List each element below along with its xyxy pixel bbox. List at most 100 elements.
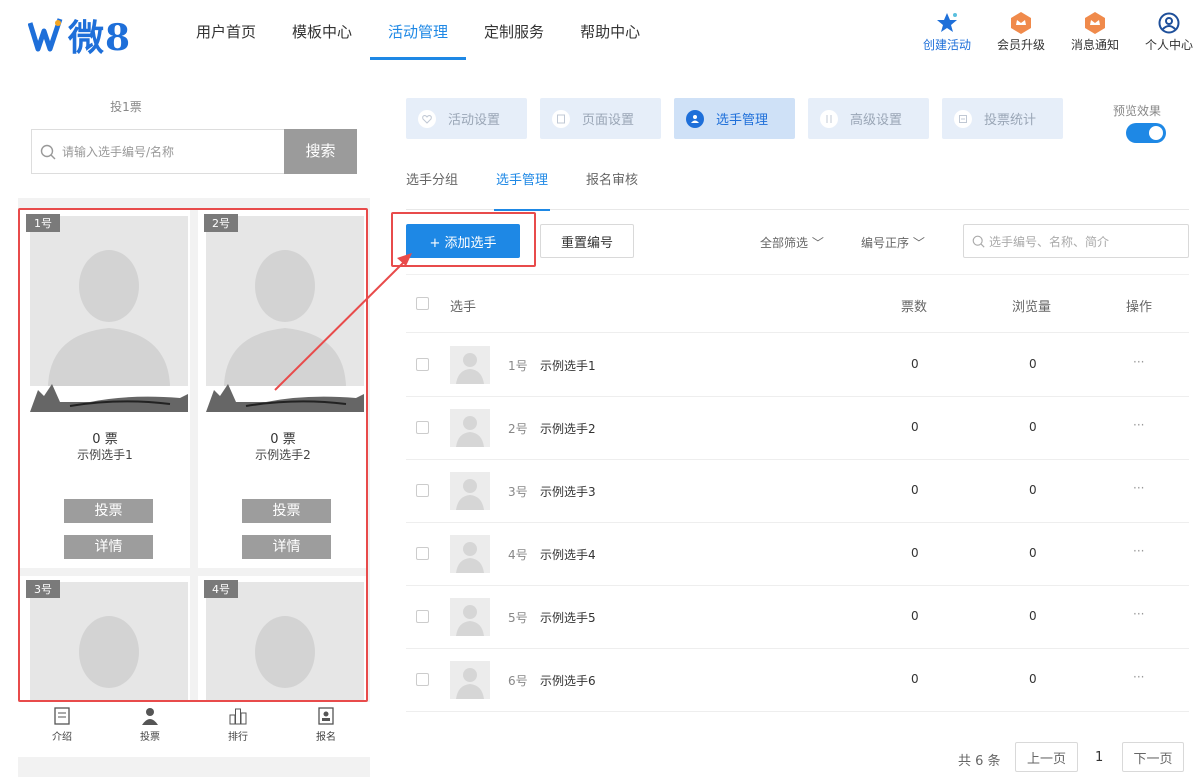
person-icon [142, 708, 158, 725]
preview-search-button[interactable]: 搜索 [284, 129, 357, 174]
row-votes: 0 [911, 546, 919, 560]
step-vote-statistics[interactable]: 投票统计 [942, 98, 1063, 139]
card-number-badge: 1号 [26, 214, 60, 232]
row-views: 0 [1029, 483, 1037, 497]
avatar-placeholder-icon [30, 582, 188, 700]
preview-search-placeholder: 请输入选手编号/名称 [62, 145, 175, 159]
notifications-button[interactable]: 消息通知 [1064, 10, 1126, 53]
header-tools: 创建活动 会员升级 消息通知 个人中心 [904, 10, 1200, 53]
tab-vote[interactable]: 投票 [106, 702, 194, 757]
contestant-thumbnail [450, 472, 490, 510]
tab-ranking[interactable]: 排行 [194, 702, 282, 757]
row-votes: 0 [911, 483, 919, 497]
row-number: 4号 [508, 548, 528, 562]
row-checkbox[interactable] [416, 358, 429, 371]
contestant-card[interactable]: 1号 0 票 示例选手1 投票 详情 [20, 210, 190, 568]
contestant-card[interactable]: 3号 [20, 576, 190, 700]
table-row[interactable]: 6号 示例选手6 0 0 ··· [406, 649, 1189, 712]
table-row[interactable]: 1号 示例选手1 0 0 ··· [406, 334, 1189, 397]
nav-user-home[interactable]: 用户首页 [178, 0, 274, 60]
step-activity-settings[interactable]: 活动设置 [406, 98, 527, 139]
sort-dropdown[interactable]: 编号正序 ﹀ [861, 234, 925, 251]
row-checkbox[interactable] [416, 421, 429, 434]
table-header: 选手 票数 浏览量 操作 [406, 274, 1189, 333]
profile-button[interactable]: 个人中心 [1138, 10, 1200, 53]
row-checkbox[interactable] [416, 484, 429, 497]
card-number-badge: 2号 [204, 214, 238, 232]
logo[interactable]: 微8 [28, 10, 131, 60]
row-more-actions[interactable]: ··· [1133, 544, 1144, 558]
advanced-icon [820, 109, 838, 128]
nav-templates[interactable]: 模板中心 [274, 0, 370, 60]
detail-button[interactable]: 详情 [242, 535, 331, 559]
document-icon [54, 707, 70, 725]
row-number: 5号 [508, 611, 528, 625]
row-views: 0 [1029, 357, 1037, 371]
step-page-settings[interactable]: 页面设置 [540, 98, 661, 139]
row-more-actions[interactable]: ··· [1133, 670, 1144, 684]
preview-search-input[interactable]: 请输入选手编号/名称 [31, 129, 285, 174]
step-contestant-management[interactable]: 选手管理 [674, 98, 795, 139]
table-row[interactable]: 2号 示例选手2 0 0 ··· [406, 397, 1189, 460]
create-activity-button[interactable]: 创建活动 [916, 10, 978, 53]
row-more-actions[interactable]: ··· [1133, 355, 1144, 369]
row-checkbox[interactable] [416, 610, 429, 623]
tab-vote-label: 投票 [140, 732, 160, 743]
contestant-photo [206, 582, 364, 700]
row-number: 1号 [508, 359, 528, 373]
tab-contestant-management[interactable]: 选手管理 [494, 160, 551, 211]
current-page[interactable]: 1 [1095, 750, 1103, 765]
row-votes: 0 [911, 609, 919, 623]
nav-help-center[interactable]: 帮助中心 [562, 0, 658, 60]
row-votes: 0 [911, 357, 919, 371]
vote-button[interactable]: 投票 [242, 499, 331, 523]
setup-steps: 活动设置 页面设置 选手管理 高级设置 投票统计 [406, 98, 1076, 139]
nav-activity-management[interactable]: 活动管理 [370, 0, 467, 60]
nav-custom-service[interactable]: 定制服务 [466, 0, 562, 60]
row-views: 0 [1029, 546, 1037, 560]
row-checkbox[interactable] [416, 673, 429, 686]
detail-button[interactable]: 详情 [64, 535, 153, 559]
row-more-actions[interactable]: ··· [1133, 418, 1144, 432]
row-views: 0 [1029, 420, 1037, 434]
tab-ranking-label: 排行 [228, 732, 248, 743]
create-activity-label: 创建活动 [922, 38, 971, 52]
table-row[interactable]: 5号 示例选手5 0 0 ··· [406, 586, 1189, 649]
tab-contestant-groups[interactable]: 选手分组 [406, 160, 458, 210]
tab-signup[interactable]: 报名 [282, 702, 370, 757]
tab-intro[interactable]: 介绍 [18, 702, 106, 757]
next-page-button[interactable]: 下一页 [1122, 742, 1184, 772]
search-placeholder: 选手编号、名称、简介 [989, 234, 1110, 249]
table-row[interactable]: 4号 示例选手4 0 0 ··· [406, 523, 1189, 586]
avatar-placeholder-icon [450, 346, 490, 384]
contestant-card-grid: 1号 0 票 示例选手1 投票 详情 2号 0 票 示例选手2 投票 详情 3号… [18, 208, 368, 702]
step-advanced-settings[interactable]: 高级设置 [808, 98, 929, 139]
card-name: 示例选手1 [77, 448, 133, 462]
crown-badge-icon [1011, 12, 1031, 34]
filter-all-dropdown[interactable]: 全部筛选 ﹀ [760, 234, 824, 251]
row-more-actions[interactable]: ··· [1133, 481, 1144, 495]
add-contestant-button[interactable]: + 添加选手 [406, 224, 520, 258]
logo-w-icon [28, 18, 63, 52]
preview-toggle-switch[interactable] [1126, 123, 1166, 143]
col-actions: 操作 [1126, 300, 1153, 315]
select-all-checkbox[interactable] [416, 297, 429, 310]
top-header: 微8 用户首页 模板中心 活动管理 定制服务 帮助中心 创建活动 会员升级 消息… [0, 0, 1200, 70]
card-number-badge: 3号 [26, 580, 60, 598]
prev-page-button[interactable]: 上一页 [1015, 742, 1078, 772]
row-checkbox[interactable] [416, 547, 429, 560]
tab-signup-review[interactable]: 报名审核 [586, 160, 638, 210]
contestant-card[interactable]: 2号 0 票 示例选手2 投票 详情 [198, 210, 366, 568]
table-row[interactable]: 3号 示例选手3 0 0 ··· [406, 460, 1189, 523]
row-name: 示例选手2 [540, 422, 596, 436]
tab-intro-label: 介绍 [52, 732, 72, 743]
member-upgrade-label: 会员升级 [996, 38, 1045, 52]
reset-numbers-button[interactable]: 重置编号 [540, 224, 634, 258]
member-upgrade-button[interactable]: 会员升级 [990, 10, 1052, 53]
row-more-actions[interactable]: ··· [1133, 607, 1144, 621]
avatar-placeholder-icon [206, 582, 364, 700]
contestant-search-input[interactable]: 选手编号、名称、简介 [963, 224, 1189, 258]
tab-signup-label: 报名 [316, 732, 336, 743]
contestant-card[interactable]: 4号 [198, 576, 366, 700]
vote-button[interactable]: 投票 [64, 499, 153, 523]
